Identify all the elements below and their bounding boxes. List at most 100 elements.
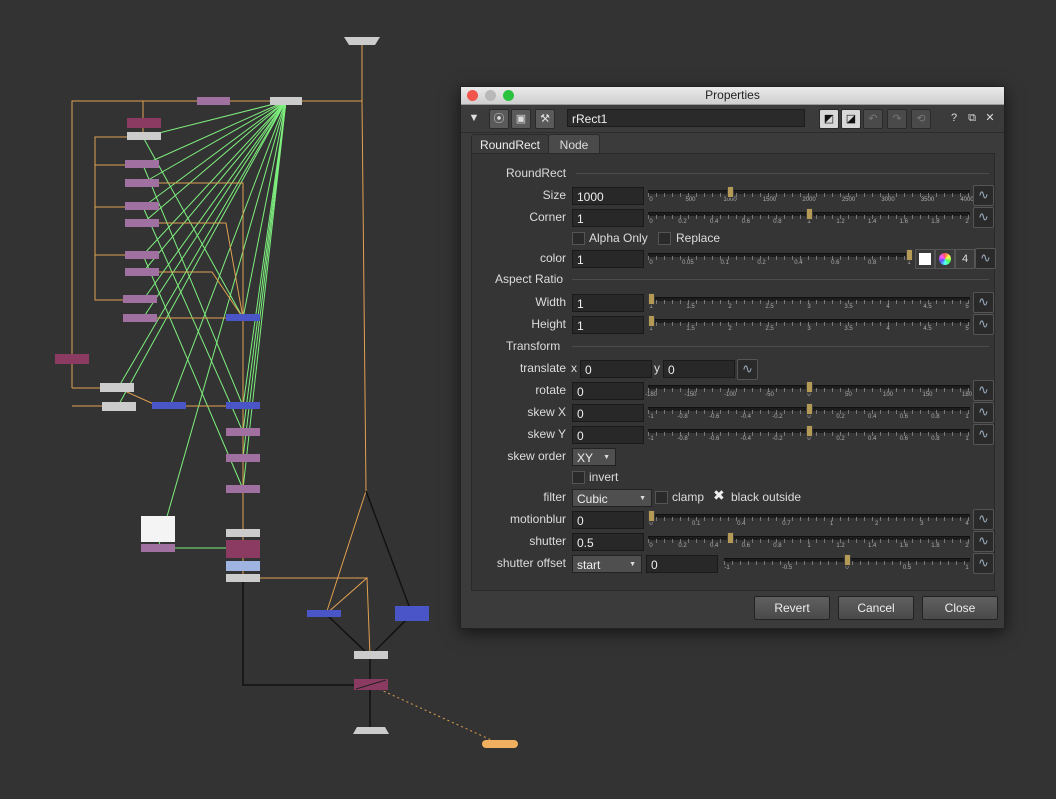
curve-icon[interactable]: ∿ bbox=[973, 553, 994, 574]
motionblur-slider[interactable]: 0 0.1 0.4 0.7 1 2 3 4 bbox=[648, 510, 970, 530]
corner-slider[interactable]: 0 0.2 0.4 0.6 0.8 1 1.2 1.4 1.6 1.8 2 bbox=[648, 208, 970, 228]
curve-icon[interactable]: ∿ bbox=[973, 402, 994, 423]
undo-icon[interactable]: ↶ bbox=[863, 109, 883, 129]
redo-icon[interactable]: ↷ bbox=[887, 109, 907, 129]
size-input[interactable]: 1000 bbox=[572, 187, 644, 205]
circle-dot-icon[interactable]: ⦿ bbox=[489, 109, 509, 129]
motionblur-input[interactable]: 0 bbox=[572, 511, 644, 529]
collapse-arrow-icon[interactable]: ▼ bbox=[465, 109, 483, 127]
minimize-window-icon[interactable] bbox=[485, 90, 496, 101]
slider-knob[interactable] bbox=[727, 186, 734, 198]
slider-knob[interactable] bbox=[806, 425, 813, 437]
nodes[interactable] bbox=[55, 37, 518, 748]
slider-knob[interactable] bbox=[648, 510, 655, 522]
curve-icon[interactable]: ∿ bbox=[973, 314, 994, 335]
alpha-only-checkbox[interactable] bbox=[572, 232, 585, 245]
node bbox=[226, 454, 260, 462]
corner-input[interactable]: 1 bbox=[572, 209, 644, 227]
color-wheel-icon[interactable] bbox=[935, 249, 955, 269]
curve-icon[interactable]: ∿ bbox=[973, 509, 994, 530]
height-input[interactable]: 1 bbox=[572, 316, 644, 334]
slider-tick-label: 0.2 bbox=[836, 414, 845, 420]
curve-icon[interactable]: ∿ bbox=[737, 359, 758, 380]
translate-x-label: x bbox=[571, 361, 577, 375]
contrast-icon[interactable]: ◩ bbox=[819, 109, 839, 129]
slider-knob[interactable] bbox=[727, 532, 734, 544]
shutter-slider[interactable]: 0 0.2 0.4 0.6 0.8 1 1.2 1.4 1.6 1.8 2 bbox=[648, 532, 970, 552]
close-button[interactable]: Close bbox=[922, 596, 998, 620]
shutter-offset-input[interactable]: 0 bbox=[646, 555, 718, 573]
node bbox=[123, 314, 157, 322]
slider-tick-label: 3.5 bbox=[844, 326, 853, 332]
slider-knob[interactable] bbox=[806, 403, 813, 415]
invert-checkbox[interactable] bbox=[572, 471, 585, 484]
node bbox=[55, 354, 89, 364]
rotate-slider[interactable]: -180 -150 -100 -50 0 50 100 150 180 bbox=[645, 381, 972, 401]
slider-knob[interactable] bbox=[648, 315, 655, 327]
curve-icon[interactable]: ∿ bbox=[973, 207, 994, 228]
height-slider[interactable]: 1 1.5 2 2.5 3 3.5 4 4.5 5 bbox=[648, 315, 970, 335]
wrench-icon[interactable]: ⚒ bbox=[535, 109, 555, 129]
translate-y-input[interactable]: 0 bbox=[663, 360, 735, 378]
film-icon[interactable]: ▣ bbox=[511, 109, 531, 129]
size-slider[interactable]: 0 500 1000 1500 2000 2500 3000 3500 4000 bbox=[648, 186, 974, 206]
tab-node[interactable]: Node bbox=[548, 134, 600, 155]
curve-icon[interactable]: ∿ bbox=[973, 424, 994, 445]
slider-knob[interactable] bbox=[648, 293, 655, 305]
checked-x-icon[interactable]: ✖ bbox=[713, 487, 725, 504]
float-icon[interactable]: ⧉ bbox=[963, 109, 981, 127]
node bbox=[125, 179, 159, 187]
width-input[interactable]: 1 bbox=[572, 294, 644, 312]
slider-tick-label: 1.5 bbox=[686, 326, 695, 332]
width-slider[interactable]: 1 1.5 2 2.5 3 3.5 4 4.5 5 bbox=[648, 293, 970, 313]
revert-icon[interactable]: ⟲ bbox=[911, 109, 931, 129]
slider-knob[interactable] bbox=[806, 208, 813, 220]
channel-count-button[interactable]: 4 bbox=[955, 249, 975, 269]
color-slider[interactable]: 0 0.05 0.1 0.2 0.4 0.6 0.8 1 bbox=[648, 249, 913, 269]
zoom-window-icon[interactable] bbox=[503, 90, 514, 101]
slider-knob[interactable] bbox=[806, 381, 813, 393]
chevron-down-icon: ▼ bbox=[629, 561, 636, 568]
contrast-icon[interactable]: ◪ bbox=[841, 109, 861, 129]
section-roundrect: RoundRect bbox=[506, 166, 567, 180]
cancel-button[interactable]: Cancel bbox=[838, 596, 914, 620]
shutter-offset-slider[interactable]: -1 -0.5 0 0.5 1 bbox=[724, 554, 970, 574]
close-icon[interactable]: ✕ bbox=[981, 109, 999, 127]
curve-icon[interactable]: ∿ bbox=[975, 248, 996, 269]
skew-x-slider[interactable]: -1 -0.8 -0.6 -0.4 -0.2 0 0.2 0.4 0.6 0.8 1 bbox=[648, 403, 970, 423]
skew-y-slider[interactable]: -1 -0.8 -0.6 -0.4 -0.2 0 0.2 0.4 0.6 0.8 1 bbox=[648, 425, 970, 445]
slider-tick-label: -0.5 bbox=[781, 565, 793, 571]
node-name-field[interactable]: rRect1 bbox=[567, 109, 805, 127]
properties-window: Properties ▼ ⦿ ▣ ⚒ rRect1 ◩ ◪ ↶ ↷ ⟲ ? ⧉ … bbox=[460, 86, 1005, 629]
shutter-input[interactable]: 0.5 bbox=[572, 533, 644, 551]
tab-roundrect[interactable]: RoundRect bbox=[471, 134, 549, 155]
slider-tick-label: 0.05 bbox=[682, 260, 694, 266]
node bbox=[100, 383, 134, 392]
skew-order-dropdown[interactable]: XY ▼ bbox=[572, 448, 616, 466]
slider-knob[interactable] bbox=[844, 554, 851, 566]
skew-x-input[interactable]: 0 bbox=[572, 404, 644, 422]
translate-x-input[interactable]: 0 bbox=[580, 360, 652, 378]
close-window-icon[interactable] bbox=[467, 90, 478, 101]
rotate-input[interactable]: 0 bbox=[572, 382, 644, 400]
slider-tick-label: 0.4 bbox=[868, 436, 877, 442]
clamp-checkbox[interactable] bbox=[655, 491, 668, 504]
shutter-offset-dropdown[interactable]: start ▼ bbox=[572, 555, 642, 573]
filter-dropdown[interactable]: Cubic ▼ bbox=[572, 489, 652, 507]
color-input[interactable]: 1 bbox=[572, 250, 644, 268]
curve-icon[interactable]: ∿ bbox=[973, 185, 994, 206]
color-swatch[interactable] bbox=[915, 249, 935, 269]
revert-button[interactable]: Revert bbox=[754, 596, 830, 620]
slider-tick-label: 1.2 bbox=[836, 543, 845, 549]
curve-icon[interactable]: ∿ bbox=[973, 380, 994, 401]
curve-icon[interactable]: ∿ bbox=[973, 292, 994, 313]
slider-tick-label: -100 bbox=[723, 392, 737, 398]
slider-knob[interactable] bbox=[906, 249, 913, 261]
replace-checkbox[interactable] bbox=[658, 232, 671, 245]
skew-y-input[interactable]: 0 bbox=[572, 426, 644, 444]
skew-y-label: skew Y bbox=[527, 427, 566, 441]
help-icon[interactable]: ? bbox=[945, 109, 963, 127]
curve-icon[interactable]: ∿ bbox=[973, 531, 994, 552]
slider-tick-label: 1.2 bbox=[836, 219, 845, 225]
node bbox=[141, 544, 175, 552]
